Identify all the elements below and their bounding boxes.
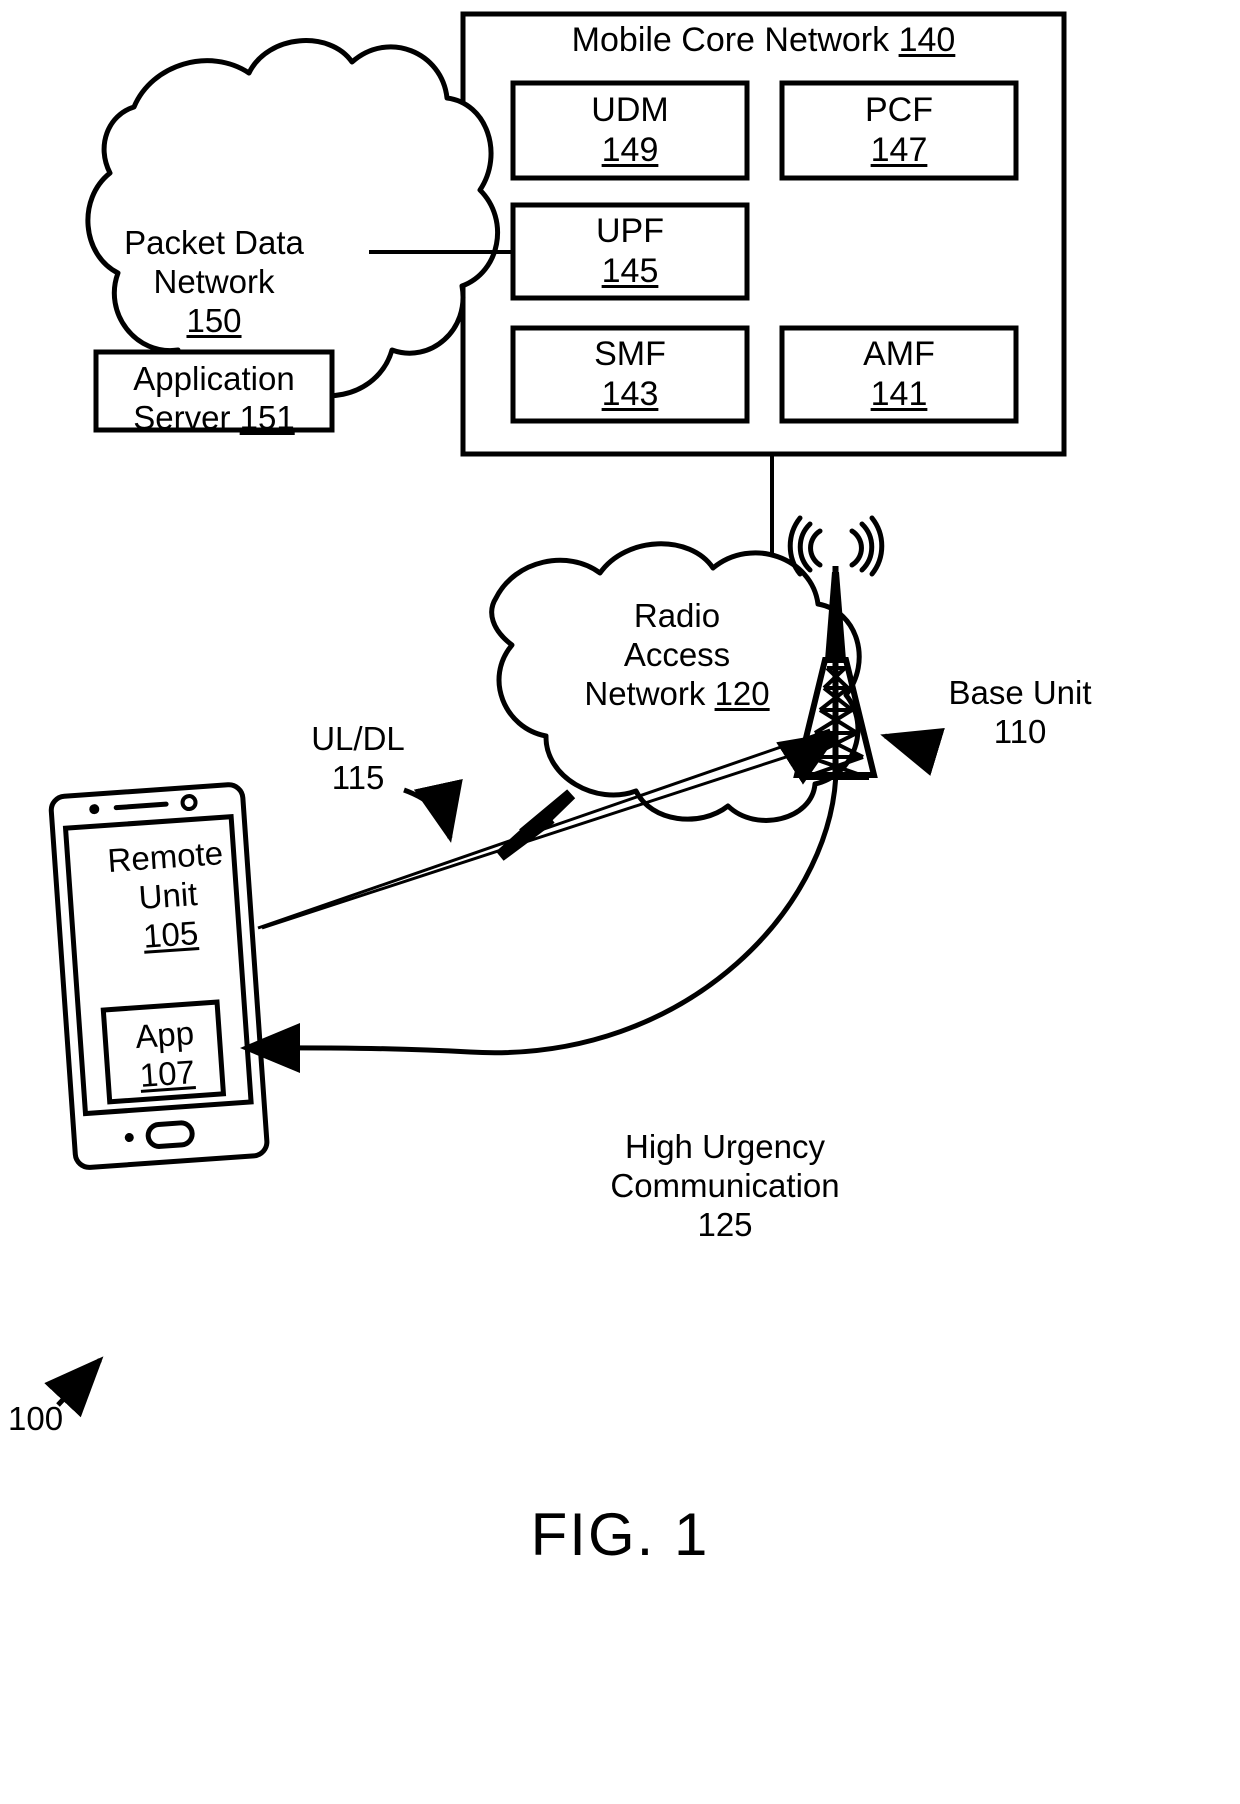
packet-data-network-line2: Network — [153, 262, 275, 300]
core-function-udm: UDM 149 — [513, 90, 747, 170]
remote-unit-label: Remote Unit 105 — [74, 832, 262, 961]
mobile-core-network-title: Mobile Core Network 140 — [571, 21, 956, 59]
radio-access-network-line1: Radio — [633, 597, 721, 634]
application-server-ref: 151 — [239, 398, 295, 436]
uldl-ref: 115 — [331, 758, 385, 796]
uldl-name: UL/DL — [311, 720, 405, 757]
core-function-upf-name: UPF — [596, 212, 664, 250]
packet-data-network-label: Packet Data Network 150 — [90, 224, 338, 341]
mobile-core-network-ref: 140 — [898, 21, 956, 59]
packet-data-network-line1: Packet Data — [124, 224, 304, 261]
application-server-label: Application Server 151 — [96, 360, 332, 438]
core-function-amf-name: AMF — [863, 335, 935, 373]
radio-access-network-line2: Access — [623, 635, 731, 673]
figure-canvas: Mobile Core Network 140 UDM 149 PCF 147 … — [0, 0, 1240, 1804]
figure-caption: FIG. 1 — [530, 1501, 710, 1568]
system-ref-arrow — [44, 1356, 104, 1418]
radio-access-network-line3: Network — [584, 674, 706, 712]
radio-access-network-label: Radio Access Network 120 — [553, 597, 801, 714]
core-function-udm-ref: 149 — [601, 131, 659, 170]
high-urgency-line1: High Urgency — [625, 1128, 825, 1165]
core-function-upf-ref: 145 — [601, 252, 659, 291]
high-urgency-ref: 125 — [697, 1205, 753, 1243]
core-function-amf: AMF 141 — [782, 334, 1016, 414]
packet-data-network-ref: 150 — [186, 301, 242, 339]
core-function-amf-ref: 141 — [870, 375, 928, 414]
app-label: App 107 — [100, 1012, 231, 1098]
core-function-smf: SMF 143 — [513, 334, 747, 414]
high-urgency-communication-label: High Urgency Communication 125 — [565, 1128, 885, 1245]
application-server-line2: Server — [133, 398, 231, 436]
packet-data-network-cloud — [85, 38, 501, 399]
application-server-line2-wrap: Server 151 — [96, 399, 332, 438]
base-unit-name: Base Unit — [948, 674, 1092, 711]
core-function-udm-name: UDM — [591, 91, 669, 129]
core-function-pcf-name: PCF — [865, 91, 933, 129]
core-function-upf: UPF 145 — [513, 211, 747, 291]
radio-access-network-line3-wrap: Network 120 — [553, 675, 801, 714]
radio-access-network-ref: 120 — [714, 674, 770, 712]
application-server-line1: Application — [133, 360, 295, 397]
system-ref-label: 100 — [8, 1400, 64, 1437]
high-urgency-line2: Communication — [610, 1166, 840, 1204]
base-unit-label: Base Unit 110 — [910, 674, 1130, 752]
core-function-pcf-ref: 147 — [870, 131, 928, 170]
core-function-smf-name: SMF — [594, 335, 666, 373]
uldl-label: UL/DL 115 — [268, 720, 448, 798]
base-unit-ref: 110 — [993, 712, 1047, 750]
core-function-pcf: PCF 147 — [782, 90, 1016, 170]
core-function-smf-ref: 143 — [601, 375, 659, 414]
